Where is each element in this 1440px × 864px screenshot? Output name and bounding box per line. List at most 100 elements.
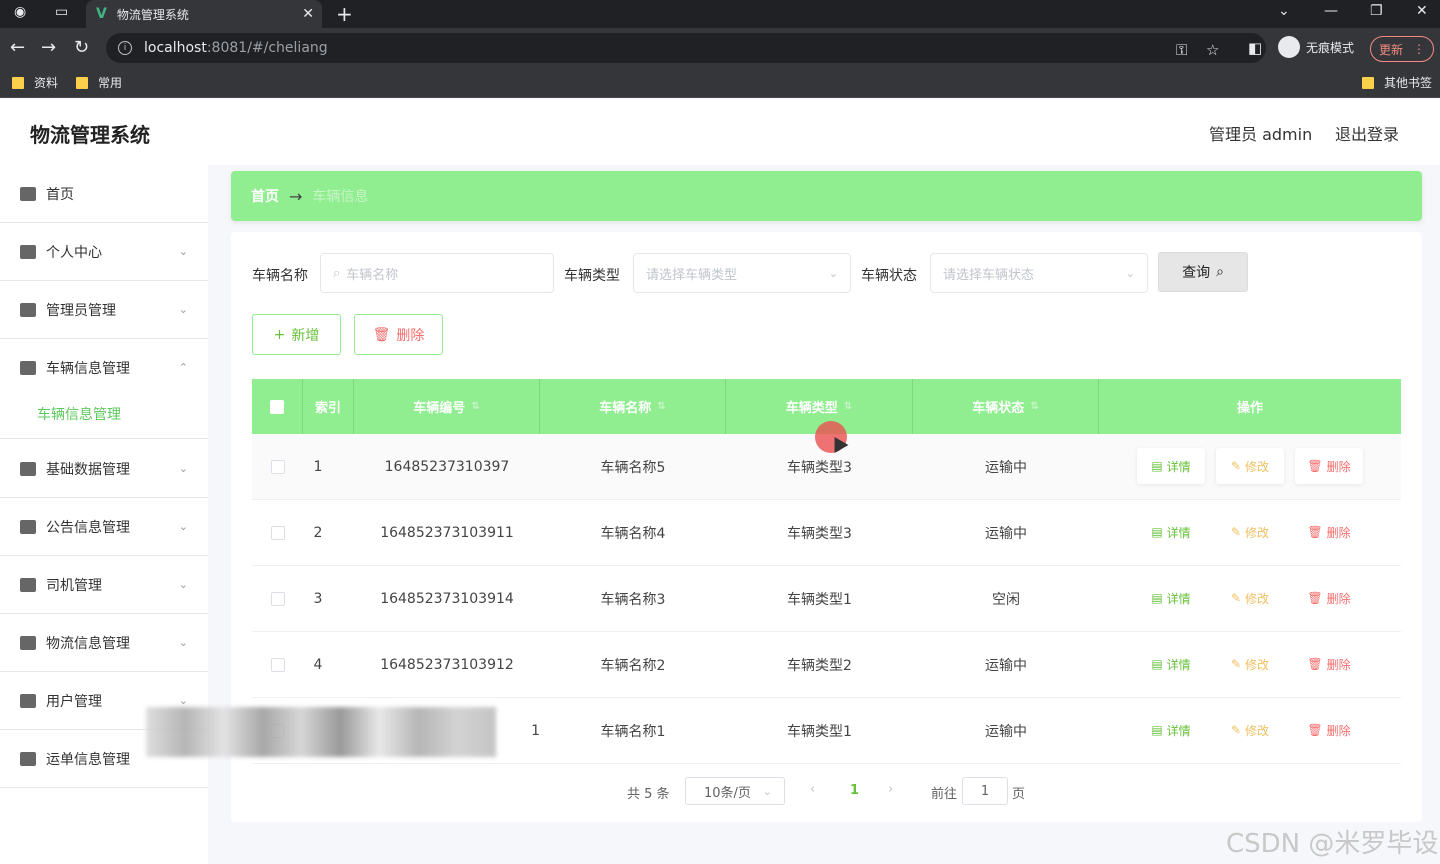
chevron-down-icon: ⌄ (178, 636, 188, 649)
info-icon[interactable]: i (118, 41, 132, 55)
edit-button[interactable]: ✎ 修改 (1216, 448, 1284, 484)
page-suffix: 页 (1012, 787, 1026, 802)
cell-type: 车辆类型3 (787, 526, 852, 542)
edit-button[interactable]: ✎ 修改 (1216, 712, 1284, 748)
breadcrumb-current: 车辆信息 (312, 189, 369, 205)
row-checkbox[interactable] (270, 592, 285, 606)
vehicle-status-select[interactable]: 请选择车辆状态 ⌄ (930, 253, 1148, 293)
bookmark-label: 资料 (34, 76, 59, 90)
send-icon (20, 577, 36, 592)
tab-search-icon[interactable]: ⌄ (1278, 3, 1290, 19)
remove-label: 删除 (1326, 591, 1351, 606)
app-header: 物流管理系统 管理员 admin 退出登录 (0, 99, 1440, 165)
col-name[interactable]: 车辆名称 ⇅ (540, 379, 726, 434)
sidebar-item-notice[interactable]: 公告信息管理 ⌄ (0, 498, 208, 556)
col-label: 车辆类型 (785, 401, 838, 416)
key-icon[interactable]: ⚿ (1176, 41, 1187, 59)
sidebar-item-home[interactable]: 首页 (0, 165, 208, 223)
bookmark-other[interactable]: 其他书签 (1362, 74, 1432, 91)
goto-label: 前往 (931, 787, 958, 802)
sidebar-item-logistics[interactable]: 物流信息管理 ⌄ (0, 614, 208, 672)
edit-icon: ✎ (1230, 723, 1242, 737)
delete-row-button[interactable]: 🗑 删除 (1295, 646, 1363, 682)
sidebar-item-basedata[interactable]: 基础数据管理 ⌄ (0, 440, 208, 498)
cell-code: 164852373103912 (380, 657, 514, 673)
star-icon[interactable]: ☆ (1206, 41, 1219, 59)
col-code[interactable]: 车辆编号 ⇅ (354, 379, 540, 434)
sidepanel-icon[interactable]: ◧ (1248, 39, 1262, 57)
search-icon: ⌕ (333, 265, 341, 281)
tab-active[interactable]: V 物流管理系统 ✕ (86, 0, 322, 28)
app-root: 物流管理系统 管理员 admin 退出登录 首页 个人中心 ⌄ 管理员管理 ⌄ … (0, 99, 1440, 864)
forward-icon[interactable]: → (41, 37, 56, 58)
detail-button[interactable]: ▤ 详情 (1137, 646, 1205, 682)
document-icon: ▤ (1151, 459, 1163, 473)
sidebar-item-driver[interactable]: 司机管理 ⌄ (0, 556, 208, 614)
page-size-select[interactable]: 10条/页 ⌄ (685, 777, 785, 805)
row-checkbox[interactable] (270, 526, 285, 540)
next-page-icon[interactable]: › (888, 782, 893, 797)
add-button[interactable]: + 新增 (252, 314, 341, 355)
edit-button[interactable]: ✎ 修改 (1216, 580, 1284, 616)
window-icon[interactable]: ▭ (55, 4, 68, 20)
col-label: 车辆状态 (972, 401, 1025, 416)
goto-page-input[interactable]: 1 (962, 777, 1008, 805)
table-row: 3 164852373103914 车辆名称3 车辆类型1 空闲 ▤ 详情 ✎ 修改… (252, 566, 1401, 632)
sidebar-item-label: 物流信息管理 (46, 635, 130, 652)
delete-row-button[interactable]: 🗑 删除 (1295, 580, 1363, 616)
detail-button[interactable]: ▤ 详情 (1137, 712, 1205, 748)
location-icon (20, 519, 36, 534)
col-label: 操作 (1236, 401, 1263, 416)
col-label: 索引 (314, 401, 341, 416)
detail-button[interactable]: ▤ 详情 (1137, 448, 1205, 484)
edit-label: 修改 (1245, 525, 1270, 540)
address-bar[interactable]: i localhost:8081/#/cheliang ⚿ ☆ (106, 33, 1266, 63)
row-checkbox[interactable] (270, 460, 285, 474)
detail-button[interactable]: ▤ 详情 (1137, 580, 1205, 616)
vehicle-name-placeholder: 车辆名称 (346, 267, 399, 283)
sidebar-item-profile[interactable]: 个人中心 ⌄ (0, 223, 208, 281)
sidebar-item-label: 运单信息管理 (46, 751, 130, 768)
tab-close-icon[interactable]: ✕ (302, 6, 314, 22)
cell-index: 2 (313, 525, 323, 541)
prev-page-icon[interactable]: ‹ (810, 782, 815, 797)
browser-menu-icon[interactable]: ◉ (14, 4, 26, 20)
minimize-icon[interactable]: — (1324, 3, 1338, 19)
restore-icon[interactable]: ❐ (1370, 3, 1383, 19)
new-tab-icon[interactable]: + (336, 2, 353, 26)
window-close-icon[interactable]: ✕ (1416, 3, 1428, 19)
sidebar-subitem-vehicle-info[interactable]: 车辆信息管理 (0, 389, 208, 439)
bookmark-folder-changyong[interactable]: 常用 (76, 74, 122, 91)
col-status[interactable]: 车辆状态 ⇅ (913, 379, 1099, 434)
bookmark-folder-ziliao[interactable]: 资料 (12, 74, 58, 91)
sort-icon[interactable]: ⇅ (1030, 401, 1038, 412)
sort-icon[interactable]: ⇅ (471, 401, 479, 412)
delete-row-button[interactable]: 🗑 删除 (1295, 448, 1363, 484)
redacted-area (146, 707, 496, 757)
back-icon[interactable]: ← (10, 37, 25, 58)
sidebar-item-admin[interactable]: 管理员管理 ⌄ (0, 281, 208, 339)
sort-icon[interactable]: ⇅ (657, 401, 665, 412)
vehicle-name-input[interactable]: ⌕ 车辆名称 (320, 253, 554, 293)
update-button[interactable]: 更新 ⋮ (1370, 36, 1434, 62)
watermark: CSDN @米罗毕设 (1226, 829, 1439, 859)
batch-delete-button[interactable]: 🗑 删除 (354, 314, 443, 355)
detail-button[interactable]: ▤ 详情 (1137, 514, 1205, 550)
reload-icon[interactable]: ↻ (74, 37, 89, 58)
delete-row-button[interactable]: 🗑 删除 (1295, 514, 1363, 550)
edit-button[interactable]: ✎ 修改 (1216, 646, 1284, 682)
cell-type: 车辆类型1 (787, 592, 852, 608)
vehicle-type-select[interactable]: 请选择车辆类型 ⌄ (633, 253, 851, 293)
delete-row-button[interactable]: 🗑 删除 (1295, 712, 1363, 748)
search-button[interactable]: 查询 ⌕ (1158, 252, 1248, 292)
sort-icon[interactable]: ⇅ (844, 401, 852, 412)
row-checkbox[interactable] (270, 658, 285, 672)
chevron-down-icon: ⌄ (178, 694, 188, 707)
incognito-icon (1278, 36, 1300, 58)
page-number-current[interactable]: 1 (850, 783, 859, 798)
select-all-checkbox[interactable] (270, 399, 284, 414)
breadcrumb-home[interactable]: 首页 (251, 186, 279, 206)
edit-button[interactable]: ✎ 修改 (1216, 514, 1284, 550)
logout-link[interactable]: 退出登录 (1335, 121, 1399, 145)
edit-icon: ✎ (1230, 459, 1242, 473)
